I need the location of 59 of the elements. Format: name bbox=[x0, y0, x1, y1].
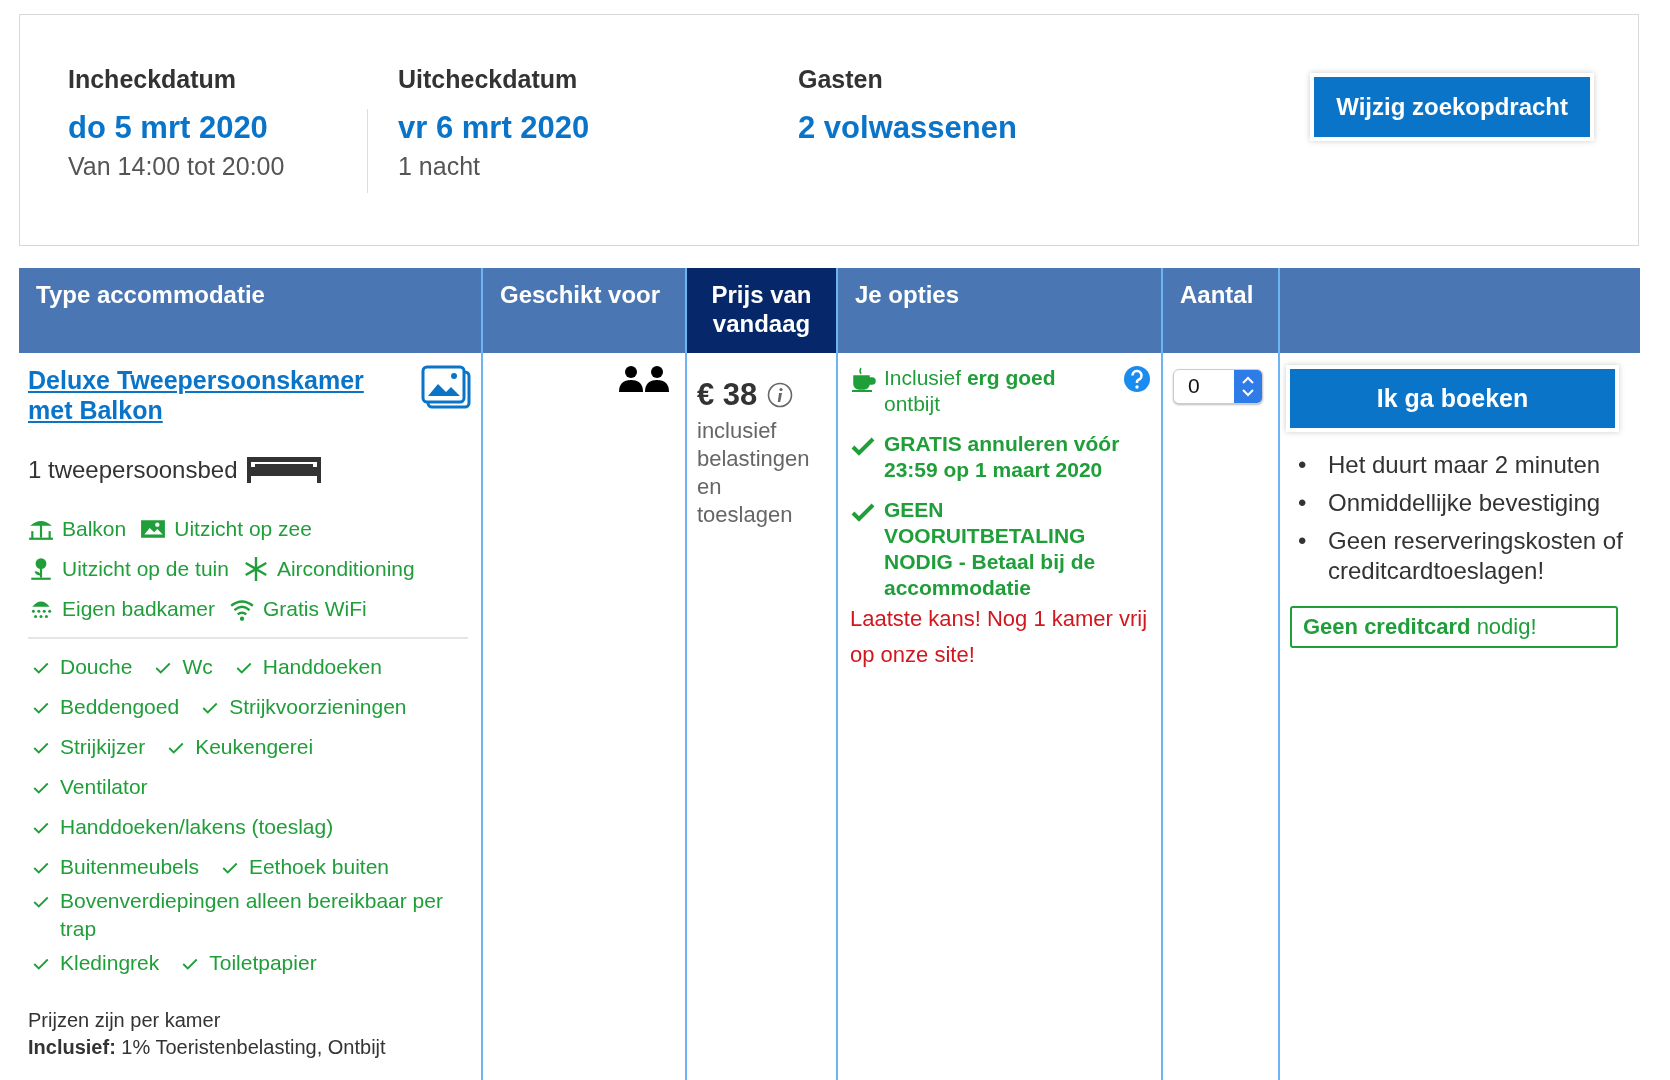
amenity-label: Handdoeken bbox=[262, 654, 382, 680]
facility-label: Balkon bbox=[62, 517, 127, 541]
no-credit-card-notice: Geen creditcard nodig! bbox=[1290, 606, 1618, 648]
room-name-link[interactable]: Deluxe Tweepersoonskamer met Balkon bbox=[28, 365, 388, 425]
amenity-label: Kledingrek bbox=[60, 950, 160, 976]
bullet-marker: • bbox=[1297, 488, 1308, 518]
amenity-label: Beddengoed bbox=[60, 694, 180, 720]
condition-text: GRATIS annuleren vóór 23:59 op 1 maart 2020 bbox=[884, 431, 1121, 483]
amenity-label: Ventilator bbox=[60, 774, 148, 800]
column-header: Aantal bbox=[1161, 268, 1278, 353]
facility-label: Airconditioning bbox=[276, 557, 415, 581]
amenity-label: Keukengerei bbox=[195, 734, 314, 760]
amenity-label: Buitenmeubels bbox=[60, 854, 199, 880]
bullet-marker: • bbox=[1297, 526, 1308, 556]
facility-label: Gratis WiFi bbox=[262, 597, 367, 621]
price-amount: € 38 bbox=[697, 377, 758, 413]
bed-icon bbox=[245, 455, 324, 485]
breakfast-option: Inclusief erg goed ontbijt bbox=[884, 365, 1115, 417]
flower-icon bbox=[28, 556, 54, 582]
column-header: Je opties bbox=[836, 268, 1161, 353]
amenity-label: Eethoek buiten bbox=[248, 854, 390, 880]
column-header: Type accommodatie bbox=[19, 268, 481, 353]
column-header: Prijs van vandaag bbox=[685, 268, 836, 353]
checkin-label: Incheckdatum bbox=[68, 65, 238, 94]
amenity-label: Strijkvoorzieningen bbox=[229, 694, 407, 720]
bed-type: 1 tweepersoonsbed bbox=[28, 456, 238, 484]
benefit-item: Onmiddellijke bevestiging bbox=[1328, 488, 1602, 518]
bullet-marker: • bbox=[1297, 450, 1308, 480]
help-icon[interactable] bbox=[1123, 365, 1151, 393]
price-note: inclusief belastingen en toeslagen bbox=[697, 417, 811, 529]
checkout-date: vr 6 mrt 2020 bbox=[398, 110, 591, 146]
amenity-label: Douche bbox=[60, 654, 133, 680]
benefit-item: Geen reserveringskosten of creditcardtoeslagen! bbox=[1328, 526, 1624, 586]
two-persons-icon bbox=[618, 365, 670, 393]
checkin-time: Van 14:00 tot 20:00 bbox=[68, 152, 286, 181]
price-note: Prijzen zijn per kamer bbox=[28, 1008, 222, 1033]
amenity-label: Wc bbox=[182, 654, 213, 680]
column-header: Geschikt voor bbox=[481, 268, 685, 353]
photos-icon[interactable] bbox=[421, 365, 471, 409]
benefit-item: Het duurt maar 2 minuten bbox=[1328, 450, 1602, 480]
checkin-date: do 5 mrt 2020 bbox=[68, 110, 269, 146]
info-icon[interactable] bbox=[767, 382, 794, 408]
included-taxes: Inclusief: 1% Toeristenbelasting, Ontbijt bbox=[28, 1035, 387, 1060]
amenity-label: Toiletpapier bbox=[209, 950, 317, 976]
nights-count: 1 nacht bbox=[398, 152, 481, 181]
facility-label: Uitzicht op de tuin bbox=[62, 557, 229, 581]
amenity-label: Strijkijzer bbox=[60, 734, 146, 760]
quantity-select[interactable]: 0 bbox=[1173, 369, 1263, 404]
amenity-label: Handdoeken/lakens (toeslag) bbox=[60, 814, 334, 840]
snowflake-icon bbox=[242, 556, 269, 582]
guests-label: Gasten bbox=[798, 65, 884, 94]
amenity-label: Bovenverdiepingen alleen bereikbaar per trap bbox=[60, 888, 444, 942]
facility-label: Uitzicht op zee bbox=[174, 517, 312, 541]
guests-value: 2 volwassenen bbox=[798, 110, 1017, 146]
facility-label: Eigen badkamer bbox=[62, 597, 215, 621]
condition-text: GEEN VOORUITBETALING NODIG - Betaal bij de accommodatie bbox=[884, 497, 1097, 601]
coffee-cup-icon bbox=[850, 367, 876, 393]
availability-warning: Laatste kans! Nog 1 kamer vrij op onze site! bbox=[850, 605, 1149, 669]
checkout-label: Uitcheckdatum bbox=[398, 65, 579, 94]
